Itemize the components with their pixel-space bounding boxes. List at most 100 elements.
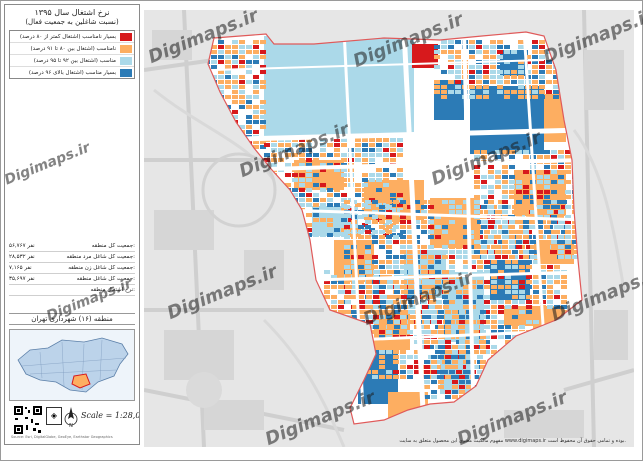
census-block (547, 285, 553, 289)
census-block (358, 260, 364, 264)
census-block (345, 295, 351, 299)
census-block (539, 85, 545, 89)
census-block (362, 178, 368, 182)
census-block (386, 315, 392, 319)
census-block (434, 55, 440, 59)
census-block (448, 70, 454, 74)
census-block (445, 375, 451, 379)
census-block (362, 148, 368, 152)
census-block (431, 380, 437, 384)
census-block (449, 235, 455, 239)
census-block (421, 205, 427, 209)
census-block (481, 155, 487, 159)
census-block (565, 225, 571, 229)
census-block (448, 80, 454, 84)
census-block (351, 310, 357, 314)
census-block (380, 305, 386, 309)
census-block (477, 285, 483, 289)
legend-swatch (120, 32, 132, 41)
census-block (463, 305, 469, 309)
census-block (442, 245, 448, 249)
census-block (362, 188, 368, 192)
census-block (369, 188, 375, 192)
census-block (341, 183, 347, 187)
census-block (435, 200, 441, 204)
census-block (547, 315, 553, 319)
census-block (546, 60, 552, 64)
census-block (421, 265, 427, 269)
census-block (271, 143, 277, 147)
census-block (539, 55, 545, 59)
census-block (498, 310, 504, 314)
census-block (452, 395, 458, 399)
census-block (400, 200, 406, 204)
census-block (491, 310, 497, 314)
census-block (365, 225, 371, 229)
census-block (442, 225, 448, 229)
census-block (441, 50, 447, 54)
census-block (211, 55, 217, 59)
census-block (459, 315, 465, 319)
census-block (379, 350, 385, 354)
census-block (438, 350, 444, 354)
census-block (431, 310, 437, 314)
census-block (341, 153, 347, 157)
census-block (387, 310, 393, 314)
census-block (445, 365, 451, 369)
census-block (278, 158, 284, 162)
census-block (512, 315, 518, 319)
census-block (505, 290, 511, 294)
census-block (369, 148, 375, 152)
census-block (431, 355, 437, 359)
census-block (253, 95, 259, 99)
census-block (551, 170, 557, 174)
census-block (484, 230, 490, 234)
census-block (359, 300, 365, 304)
census-block (459, 380, 465, 384)
census-block (459, 375, 465, 379)
census-block (344, 255, 350, 259)
census-block (386, 370, 392, 374)
census-block (449, 285, 455, 289)
census-block (456, 295, 462, 299)
census-block (516, 200, 522, 204)
census-block (526, 265, 532, 269)
census-block (379, 260, 385, 264)
census-block (376, 178, 382, 182)
census-block (512, 305, 518, 309)
census-block (380, 300, 386, 304)
north-label: N (69, 423, 73, 429)
census-block (498, 320, 504, 324)
census-block (449, 270, 455, 274)
census-block (488, 195, 494, 199)
census-block (491, 230, 497, 234)
census-block (490, 80, 496, 84)
census-block (232, 95, 238, 99)
census-block (532, 95, 538, 99)
census-block (400, 225, 406, 229)
map-canvas[interactable]: مفهوم مالکیت معنوی این محصول متعلق به سا… (144, 10, 634, 447)
census-block (469, 75, 475, 79)
census-block (449, 265, 455, 269)
census-block (502, 175, 508, 179)
census-block (490, 75, 496, 79)
census-block (390, 158, 396, 162)
census-block (533, 320, 539, 324)
census-block (459, 325, 465, 329)
census-block (561, 285, 567, 289)
census-block (285, 153, 291, 157)
census-block (379, 215, 385, 219)
census-block (518, 95, 524, 99)
census-block (359, 290, 365, 294)
census-block (488, 210, 494, 214)
census-block (502, 195, 508, 199)
census-block (401, 290, 407, 294)
census-block (366, 285, 372, 289)
census-block (497, 95, 503, 99)
census-block (320, 178, 326, 182)
census-block (502, 150, 508, 154)
census-block (497, 90, 503, 94)
census-block (334, 183, 340, 187)
census-block (442, 255, 448, 259)
census-block (445, 315, 451, 319)
